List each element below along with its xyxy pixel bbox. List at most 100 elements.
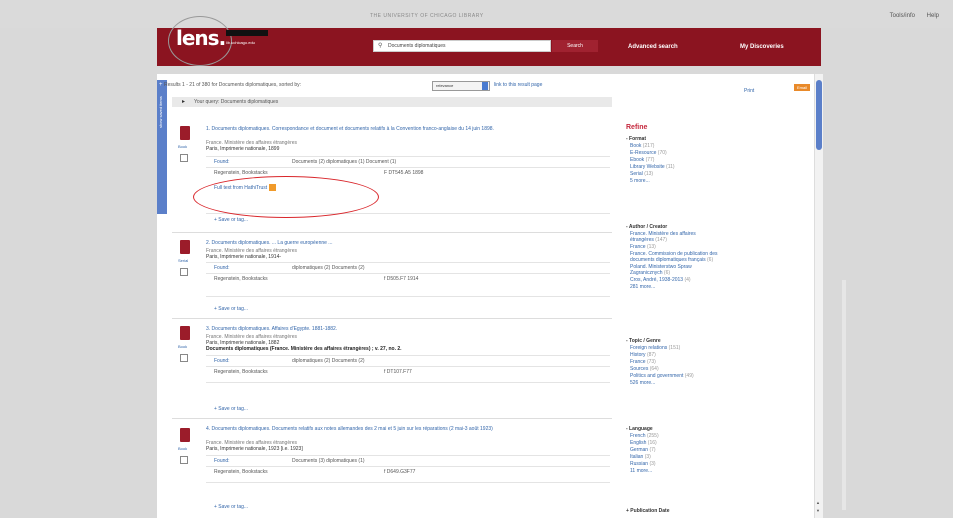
- tools-info-link[interactable]: Tools/info: [890, 13, 915, 19]
- record-divider: [172, 418, 612, 419]
- call-number: f D649.G3F77: [384, 469, 416, 475]
- sort-value: relevance: [436, 83, 454, 88]
- divider: [206, 156, 610, 157]
- facet-item[interactable]: English (16): [630, 440, 657, 446]
- saved-items-tab[interactable]: + show saved items: [157, 80, 167, 214]
- location: Regenstein, Bookstacks: [214, 369, 268, 375]
- found-counts: diplomatiques (2) Documents (2): [292, 358, 365, 364]
- record-title[interactable]: 1. Documents diplomatiques. Correspondan…: [206, 126, 606, 132]
- university-name: THE UNIVERSITY OF CHICAGO LIBRARY: [370, 13, 484, 19]
- facet-author-heading[interactable]: - Author / Creator: [626, 224, 667, 230]
- record-divider: [172, 232, 612, 233]
- divider: [206, 167, 610, 168]
- facet-more[interactable]: 5 more...: [630, 178, 650, 184]
- facet-item[interactable]: German (7): [630, 447, 656, 453]
- scrollbar[interactable]: ▲ ▼: [814, 74, 823, 518]
- found-counts: Documents (2) diplomatiques (1) Document…: [292, 159, 397, 165]
- email-button[interactable]: Email: [794, 84, 810, 91]
- search-query: Documents diplomatiques: [388, 43, 446, 49]
- expand-icon[interactable]: ▸: [182, 98, 185, 105]
- result-record: Book 4. Documents diplomatiques. Documen…: [172, 424, 612, 518]
- book-icon: [180, 428, 190, 442]
- record-title[interactable]: 4. Documents diplomatiques. Documents re…: [206, 426, 606, 432]
- facet-pubdate-heading[interactable]: + Publication Date: [626, 508, 669, 514]
- save-or-tag-link[interactable]: + Save or tag...: [214, 217, 248, 223]
- save-or-tag-link[interactable]: + Save or tag...: [214, 306, 248, 312]
- found-label[interactable]: Found:: [214, 358, 230, 364]
- scroll-up-icon[interactable]: ▲: [816, 500, 820, 505]
- facet-more[interactable]: 11 more...: [630, 468, 652, 474]
- record-checkbox[interactable]: [180, 456, 188, 464]
- facet-item[interactable]: History (87): [630, 352, 656, 358]
- facet-item[interactable]: étrangères (147): [630, 237, 667, 243]
- found-label[interactable]: Found:: [214, 265, 230, 271]
- facet-item[interactable]: France (73): [630, 359, 656, 365]
- facet-topic-heading[interactable]: - Topic / Genre: [626, 338, 661, 344]
- my-discoveries-link[interactable]: My Discoveries: [740, 44, 784, 50]
- facet-item[interactable]: documents diplomatiques français (6): [630, 257, 713, 263]
- facet-item[interactable]: Russian (3): [630, 461, 656, 467]
- link-to-page[interactable]: link to this result page: [494, 82, 542, 88]
- highlight-circle: [193, 176, 379, 218]
- logo[interactable]: lens.: [176, 26, 226, 50]
- facet-item[interactable]: Library Website (11): [630, 164, 675, 170]
- facet-more[interactable]: 526 more...: [630, 380, 655, 386]
- save-or-tag-link[interactable]: + Save or tag...: [214, 406, 248, 412]
- sort-select[interactable]: relevance: [432, 81, 490, 91]
- location: Regenstein, Bookstacks: [214, 170, 268, 176]
- record-checkbox[interactable]: [180, 268, 188, 276]
- facet-item[interactable]: Italian (3): [630, 454, 651, 460]
- facet-item[interactable]: Sources (64): [630, 366, 659, 372]
- divider: [206, 382, 610, 383]
- facet-item[interactable]: France (13): [630, 244, 656, 250]
- advanced-search-link[interactable]: Advanced search: [628, 44, 678, 50]
- call-number: f DT107.F77: [384, 369, 412, 375]
- print-link[interactable]: Print: [744, 88, 754, 94]
- scrollbar-thumb[interactable]: [816, 80, 822, 150]
- facet-item[interactable]: Ebook (77): [630, 157, 654, 163]
- facet-item[interactable]: Foreign relations (151): [630, 345, 680, 351]
- query-bar: ▸ Your query: Documents diplomatiques: [172, 97, 612, 107]
- book-icon: [180, 326, 190, 340]
- facet-item[interactable]: Zagranicznych (6): [630, 270, 670, 276]
- call-number: F DT545.A5 1898: [384, 170, 424, 176]
- serial-icon: [180, 240, 190, 254]
- redacted-block: [226, 30, 268, 36]
- facet-more[interactable]: 281 more...: [630, 284, 655, 290]
- help-link[interactable]: Help: [927, 13, 939, 19]
- facet-format-heading[interactable]: - Format: [626, 136, 646, 142]
- found-label[interactable]: Found:: [214, 159, 230, 165]
- record-title[interactable]: 3. Documents diplomatiques. Affaires d'E…: [206, 326, 606, 332]
- scroll-down-icon[interactable]: ▼: [816, 508, 820, 513]
- found-label[interactable]: Found:: [214, 458, 230, 464]
- facet-item[interactable]: Serial (13): [630, 171, 653, 177]
- record-type: Book: [178, 344, 188, 349]
- facet-item[interactable]: Politics and government (49): [630, 373, 694, 379]
- result-record: Serial 2. Documents diplomatiques. ... L…: [172, 238, 612, 318]
- record-checkbox[interactable]: [180, 354, 188, 362]
- call-number: f D505.F7 1914: [384, 276, 419, 282]
- top-links: Tools/info Help: [880, 13, 939, 19]
- facet-item[interactable]: Cros, André, 1938-2013 (4): [630, 277, 691, 283]
- record-title[interactable]: 2. Documents diplomatiques. ... La guerr…: [206, 240, 606, 246]
- found-counts: Documents (3) diplomatiques (1): [292, 458, 365, 464]
- chevron-down-icon: [482, 82, 488, 90]
- facet-item[interactable]: Book (217): [630, 143, 654, 149]
- found-counts: diplomatiques (2) Documents (2): [292, 265, 365, 271]
- record-publication: Paris, Imprimerie nationale, 1899: [206, 146, 280, 152]
- record-type: Serial: [178, 258, 189, 263]
- divider: [206, 455, 610, 456]
- divider: [206, 482, 610, 483]
- record-type: Book: [178, 144, 188, 149]
- search-input[interactable]: ⚲ Documents diplomatiques: [373, 40, 551, 52]
- facet-item[interactable]: French (255): [630, 433, 659, 439]
- record-checkbox[interactable]: [180, 154, 188, 162]
- watermark-strip: [842, 280, 846, 510]
- facet-language-heading[interactable]: - Language: [626, 426, 653, 432]
- save-or-tag-link[interactable]: + Save or tag...: [214, 504, 248, 510]
- top-bar: THE UNIVERSITY OF CHICAGO LIBRARY Tools/…: [0, 0, 953, 28]
- facet-item[interactable]: E-Resource (70): [630, 150, 667, 156]
- record-series: Documents diplomatiques (France. Ministè…: [206, 346, 402, 352]
- search-button[interactable]: Search: [552, 40, 598, 52]
- record-publication: Paris, Imprimerie nationale, 1923 [i.e. …: [206, 446, 303, 452]
